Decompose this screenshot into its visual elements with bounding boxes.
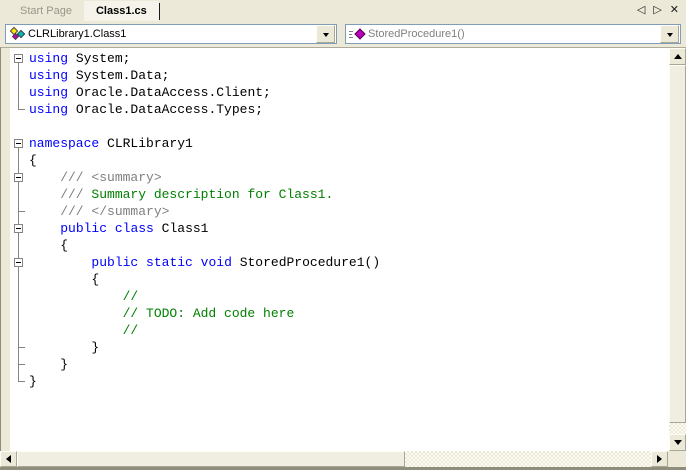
code-line: using System.Data; [10,67,668,84]
code-navigation-bar: CLRLibrary1.Class1 StoredProcedure1() [0,21,686,47]
types-dropdown-button[interactable] [316,25,335,43]
scroll-down-button[interactable] [669,434,686,451]
code-text: } [29,356,68,373]
code-text: { [29,237,68,254]
fold-margin [10,339,29,356]
code-text: using System.Data; [29,67,169,84]
vertical-scroll-track[interactable] [669,423,686,434]
fold-margin [10,356,29,373]
code-line: { [10,271,668,288]
code-line: // TODO: Add code here [10,305,668,322]
code-line: /// Summary description for Class1. [10,186,668,203]
code-line: /// <summary> [10,169,668,186]
code-line: namespace CLRLibrary1 [10,135,668,152]
horizontal-scrollbar[interactable] [0,451,668,467]
horizontal-scroll-thumb[interactable] [17,451,405,467]
code-text: using Oracle.DataAccess.Types; [29,101,263,118]
code-lines[interactable]: using System;using System.Data;using Ora… [10,50,668,390]
code-text: // TODO: Add code here [29,305,294,322]
forward-arrow-icon[interactable]: ▷ [653,3,661,17]
code-line: using Oracle.DataAccess.Client; [10,84,668,101]
fold-margin [10,118,29,135]
code-line: /// </summary> [10,203,668,220]
fold-margin [10,84,29,101]
fold-margin [10,186,29,203]
tab-class1-cs[interactable]: Class1.cs [84,1,159,21]
fold-collapse-box[interactable] [10,50,29,67]
code-text: { [29,152,37,169]
fold-margin [10,203,29,220]
code-line: // [10,322,668,339]
code-text: // [29,322,138,339]
fold-margin [10,373,29,390]
code-text: { [29,271,99,288]
code-line: { [10,152,668,169]
bottom-scroll-row [0,451,686,467]
code-line: // [10,288,668,305]
code-editor-window: Start Page Class1.cs ◁ ▷ ✕ CLRLibrary1.C… [0,0,686,470]
code-text: namespace CLRLibrary1 [29,135,193,152]
back-arrow-icon[interactable]: ◁ [637,3,645,17]
code-line: public class Class1 [10,220,668,237]
collapse-minus-icon[interactable] [14,139,23,148]
document-tab-bar: Start Page Class1.cs ◁ ▷ ✕ [0,0,686,21]
code-text: public static void StoredProcedure1() [29,254,380,271]
code-text: /// <summary> [29,169,162,186]
fold-margin [10,288,29,305]
fold-collapse-box[interactable] [10,135,29,152]
code-text: } [29,373,37,390]
code-text: /// Summary description for Class1. [29,186,333,203]
code-line: using Oracle.DataAccess.Types; [10,101,668,118]
members-dropdown-button[interactable] [660,25,679,43]
code-text: public class Class1 [29,220,208,237]
code-line [10,118,668,135]
code-text: using System; [29,50,130,67]
code-line: public static void StoredProcedure1() [10,254,668,271]
collapse-minus-icon[interactable] [14,54,23,63]
fold-margin [10,152,29,169]
scrollbar-corner [668,451,686,467]
types-dropdown-value: CLRLibrary1.Class1 [28,28,126,40]
selection-margin[interactable] [1,48,10,451]
fold-margin [10,271,29,288]
code-line: } [10,339,668,356]
scroll-up-button[interactable] [669,48,686,65]
fold-collapse-box[interactable] [10,169,29,186]
close-icon[interactable]: ✕ [670,3,679,17]
members-dropdown[interactable]: StoredProcedure1() [345,24,681,44]
document-nav-controls: ◁ ▷ ✕ [637,3,679,17]
fold-margin [10,67,29,84]
fold-margin [10,305,29,322]
code-line: using System; [10,50,668,67]
code-text: // [29,288,138,305]
collapse-minus-icon[interactable] [14,258,23,267]
fold-margin [10,237,29,254]
collapse-minus-icon[interactable] [14,224,23,233]
fold-collapse-box[interactable] [10,220,29,237]
vertical-scroll-thumb[interactable] [669,65,686,423]
scroll-left-button[interactable] [0,451,17,467]
code-text: } [29,339,99,356]
class-icon [9,27,25,41]
vertical-scrollbar[interactable] [669,48,686,451]
code-line: } [10,373,668,390]
code-editor-pane: using System;using System.Data;using Ora… [0,47,686,451]
fold-margin [10,101,29,118]
types-dropdown[interactable]: CLRLibrary1.Class1 [5,24,337,44]
method-icon [349,27,365,41]
tab-start-page[interactable]: Start Page [8,1,84,21]
horizontal-scroll-track[interactable] [405,451,651,467]
collapse-minus-icon[interactable] [14,173,23,182]
members-dropdown-value: StoredProcedure1() [368,28,465,40]
fold-margin [10,322,29,339]
scroll-right-button[interactable] [651,451,668,467]
code-line: { [10,237,668,254]
code-line: } [10,356,668,373]
code-text: /// </summary> [29,203,169,220]
tab-separator [159,3,160,20]
code-text: using Oracle.DataAccess.Client; [29,84,271,101]
fold-collapse-box[interactable] [10,254,29,271]
